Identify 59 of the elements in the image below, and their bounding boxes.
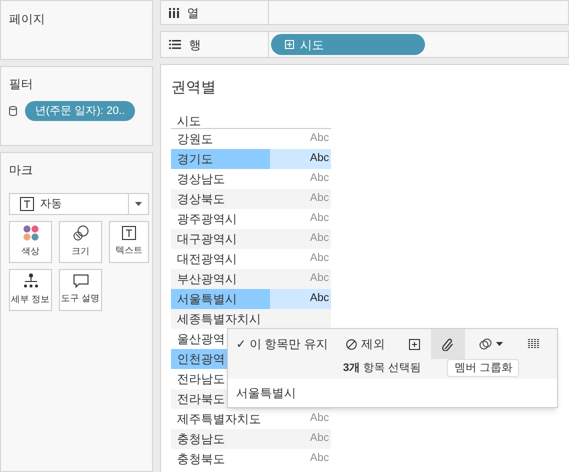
exclude-button[interactable]: 제외: [346, 335, 386, 353]
mark-card[interactable]: 색상: [9, 221, 52, 263]
abc-mark: Abc: [310, 271, 329, 286]
mark-card[interactable]: 크기: [59, 221, 102, 263]
shelf-label: 행: [189, 36, 201, 54]
circles-icon: [72, 225, 90, 242]
plus-box-icon: [285, 40, 294, 49]
abc-mark: Abc: [310, 191, 329, 206]
abc-mark: Abc: [310, 251, 329, 266]
abc-mark: Abc: [310, 151, 329, 166]
list-icon: [169, 40, 181, 49]
grid-icon: [528, 339, 540, 349]
mark-card[interactable]: 세부 정보: [9, 269, 52, 311]
row-label[interactable]: 충청남도: [171, 428, 270, 448]
row-label[interactable]: 제주특별자치도: [171, 408, 270, 428]
speech-bubble-icon: [72, 274, 88, 288]
mark-card[interactable]: 텍스트: [109, 221, 149, 263]
row-label[interactable]: 경상남도: [171, 168, 270, 188]
text-icon: [20, 197, 34, 211]
row-label[interactable]: 부산광역시: [171, 268, 270, 288]
selection-count: 3개 항목 선택됨: [343, 360, 422, 376]
columns-icon: [169, 8, 179, 18]
prohibited-icon: [346, 338, 358, 350]
view-title: 권역별: [171, 78, 216, 98]
mark-type-dropdown[interactable]: 자동: [9, 193, 149, 215]
abc-mark: Abc: [310, 211, 329, 226]
panel-title: 필터: [9, 76, 33, 93]
panel-title: 페이지: [9, 12, 45, 26]
abc-mark: Abc: [310, 451, 329, 466]
hierarchy-icon: [22, 273, 38, 290]
abc-mark: Abc: [310, 131, 329, 146]
color-dots-icon: [22, 225, 38, 242]
row-label[interactable]: 경상북도: [171, 188, 270, 208]
abc-mark: Abc: [310, 171, 329, 186]
panel-title: 마크: [9, 162, 33, 179]
row-label[interactable]: 충청북도: [171, 448, 270, 468]
text-icon: [122, 226, 136, 240]
abc-mark: Abc: [310, 411, 329, 426]
row-label[interactable]: 서울특별시: [171, 288, 270, 308]
paperclip-icon: [442, 337, 454, 351]
group-members-button[interactable]: 멤버 그룹화: [447, 359, 520, 377]
toolbar-button[interactable]: [431, 329, 466, 359]
database-icon: [9, 106, 17, 116]
caret-icon: [496, 342, 504, 346]
row-label[interactable]: 경기도: [171, 148, 270, 168]
link-icon: [479, 338, 492, 350]
row-label[interactable]: 대구광역시: [171, 228, 270, 248]
shelf-label: 열: [187, 4, 199, 22]
caret-icon: [135, 202, 142, 206]
abc-mark: Abc: [310, 291, 329, 306]
dropdown-value: 자동: [40, 196, 62, 212]
abc-mark: Abc: [310, 431, 329, 446]
tooltip-item: 서울특별시: [236, 385, 296, 402]
row-label[interactable]: 강원도: [171, 128, 270, 148]
plus-box-icon: [408, 338, 420, 350]
mark-card[interactable]: 도구 설명: [59, 269, 102, 311]
row-label[interactable]: 대전광역시: [171, 248, 270, 268]
abc-mark: Abc: [310, 231, 329, 246]
row-label[interactable]: 광주광역시: [171, 208, 270, 228]
